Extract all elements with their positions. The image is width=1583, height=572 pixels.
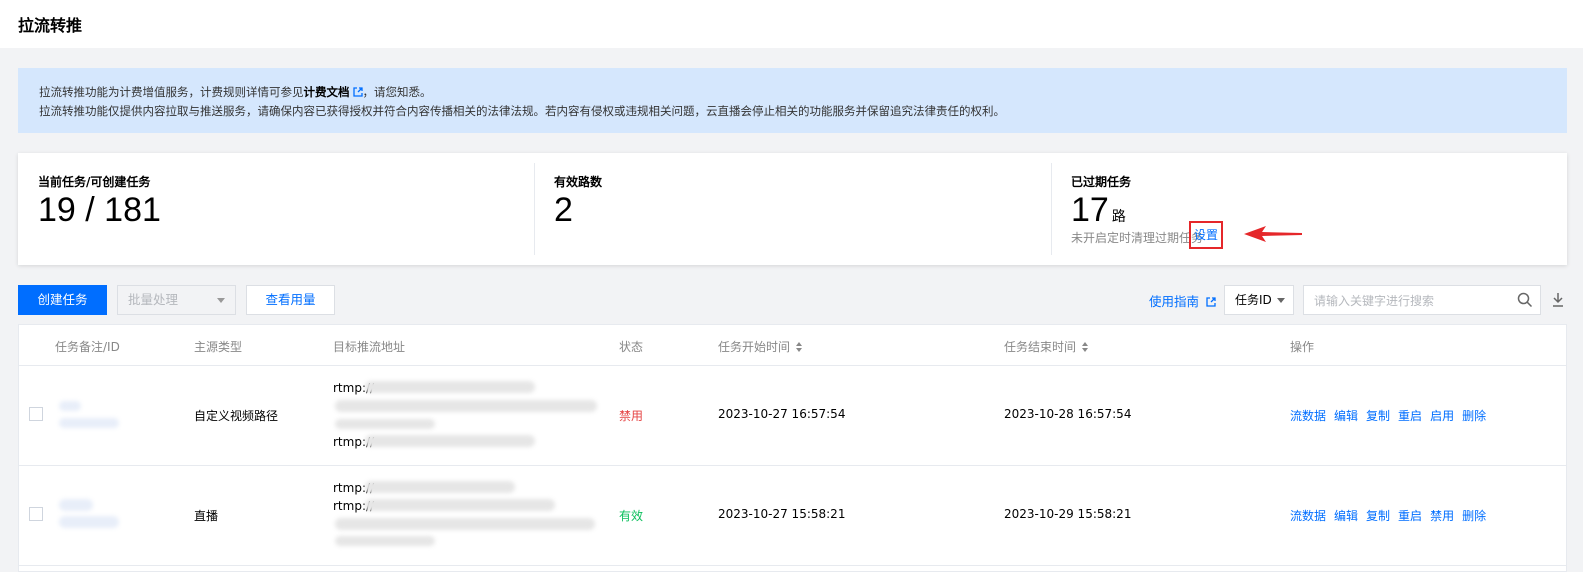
edit-link[interactable]: 编辑	[1334, 509, 1358, 523]
source-type: 直播	[194, 509, 219, 523]
end-time: 2023-10-29 15:58:21	[1004, 507, 1132, 521]
delete-link[interactable]: 删除	[1462, 509, 1486, 523]
filter-field-value: 任务ID	[1235, 293, 1272, 307]
delete-link[interactable]: 删除	[1462, 409, 1486, 423]
billing-doc-link[interactable]: 计费文档	[304, 85, 350, 99]
batch-action-label: 批量处理	[128, 292, 179, 307]
redacted-url	[365, 499, 555, 511]
search-icon[interactable]	[1517, 292, 1533, 308]
table-row: 直播 rtmp:// rtmp:// 有效 2023-10-27 15:58:2…	[19, 465, 1566, 566]
download-icon[interactable]	[1551, 292, 1565, 308]
table-header: 任务备注/ID 主源类型 目标推流地址 状态 任务开始时间 任务结束时间 操作	[19, 325, 1566, 366]
end-time: 2023-10-28 16:57:54	[1004, 407, 1132, 421]
row-actions: 流数据 编辑 复制 重启 禁用 删除	[1290, 507, 1494, 524]
notice-banner: 拉流转推功能为计费增值服务，计费规则详情可参见计费文档 ，请您知悉。 拉流转推功能…	[18, 68, 1567, 133]
redacted-url	[365, 481, 515, 493]
chevron-down-icon	[217, 298, 225, 303]
start-time: 2023-10-27 15:58:21	[718, 507, 846, 521]
row-checkbox[interactable]	[29, 407, 43, 421]
copy-link[interactable]: 复制	[1366, 409, 1390, 423]
settings-link[interactable]: 设置	[1189, 221, 1223, 249]
expire-hint: 未开启定时清理过期任务	[1071, 231, 1204, 245]
edit-link[interactable]: 编辑	[1334, 409, 1358, 423]
create-task-button[interactable]: 创建任务	[18, 285, 107, 315]
column-header-task-id: 任务备注/ID	[55, 340, 120, 354]
copy-link[interactable]: 复制	[1366, 509, 1390, 523]
sort-icon[interactable]	[1082, 342, 1089, 352]
stat-label: 当前任务/可创建任务	[38, 175, 151, 189]
chevron-down-icon	[1277, 298, 1285, 303]
redacted-url	[365, 435, 535, 447]
expired-count: 17	[1071, 191, 1109, 229]
search-input[interactable]	[1304, 286, 1516, 316]
start-time: 2023-10-27 16:57:54	[718, 407, 846, 421]
annotation-arrow-icon	[1244, 226, 1302, 242]
redacted-url	[335, 536, 435, 546]
enable-link[interactable]: 启用	[1430, 409, 1454, 423]
view-usage-button[interactable]: 查看用量	[246, 285, 335, 315]
redacted-task-id	[59, 418, 119, 428]
stat-label: 已过期任务	[1071, 175, 1132, 189]
restart-link[interactable]: 重启	[1398, 509, 1422, 523]
user-guide-link[interactable]: 使用指南	[1149, 291, 1216, 310]
column-header-source-type: 主源类型	[194, 340, 243, 354]
sort-icon[interactable]	[796, 342, 803, 352]
notice-line-2: 拉流转推功能仅提供内容拉取与推送服务，请确保内容已获得授权并符合内容传播相关的法…	[39, 104, 1005, 118]
external-link-icon	[1206, 297, 1216, 307]
column-header-target-url: 目标推流地址	[333, 340, 406, 354]
redacted-url	[335, 400, 597, 412]
column-header-actions: 操作	[1290, 340, 1315, 354]
status-badge: 禁用	[619, 409, 644, 423]
top-bar: 拉流转推	[0, 0, 1583, 48]
end-time-label: 任务结束时间	[1004, 340, 1077, 354]
stat-value: 17 路	[1071, 191, 1126, 230]
filter-field-select[interactable]: 任务ID	[1224, 285, 1294, 315]
row-checkbox[interactable]	[29, 507, 43, 521]
stats-panel: 当前任务/可创建任务 19 / 181 有效路数 2 已过期任务 17 路 未开启…	[18, 153, 1567, 265]
redacted-task-id	[59, 401, 81, 411]
notice-line-1-prefix: 拉流转推功能为计费增值服务，计费规则详情可参见	[39, 85, 304, 99]
column-header-end-time[interactable]: 任务结束时间	[1004, 338, 1089, 355]
source-type: 自定义视频路径	[194, 409, 279, 423]
stat-valid-streams: 有效路数 2	[534, 153, 1050, 265]
column-header-start-time[interactable]: 任务开始时间	[718, 338, 803, 355]
stat-expired-tasks: 已过期任务 17 路 未开启定时清理过期任务	[1051, 153, 1567, 265]
external-link-icon	[352, 87, 363, 97]
redacted-url	[335, 419, 435, 429]
stream-data-link[interactable]: 流数据	[1290, 409, 1326, 423]
table-row: 自定义视频路径 rtmp:// rtmp:// 禁用 2023-10-27 16…	[19, 365, 1566, 466]
column-header-status: 状态	[619, 340, 644, 354]
redacted-url	[335, 518, 595, 530]
notice-line-1-suffix: ，请您知悉。	[362, 85, 432, 99]
search-box	[1303, 285, 1541, 316]
start-time-label: 任务开始时间	[718, 340, 791, 354]
status-badge: 有效	[619, 509, 644, 523]
redacted-task-id	[59, 516, 119, 528]
stat-value: 19 / 181	[38, 191, 161, 229]
stat-label: 有效路数	[554, 175, 603, 189]
row-actions: 流数据 编辑 复制 重启 启用 删除	[1290, 407, 1494, 424]
batch-action-select[interactable]: 批量处理	[117, 285, 236, 315]
notice-line-1: 拉流转推功能为计费增值服务，计费规则详情可参见计费文档 ，请您知悉。	[39, 83, 1546, 102]
stream-data-link[interactable]: 流数据	[1290, 509, 1326, 523]
page-title: 拉流转推	[18, 16, 83, 35]
task-table: 任务备注/ID 主源类型 目标推流地址 状态 任务开始时间 任务结束时间 操作 …	[18, 324, 1567, 572]
restart-link[interactable]: 重启	[1398, 409, 1422, 423]
stat-current-tasks: 当前任务/可创建任务 19 / 181	[18, 153, 534, 265]
disable-link[interactable]: 禁用	[1430, 509, 1454, 523]
stat-value: 2	[554, 191, 573, 229]
user-guide-label: 使用指南	[1149, 294, 1200, 309]
redacted-url	[365, 381, 535, 393]
redacted-task-id	[59, 499, 93, 511]
expired-unit: 路	[1111, 208, 1126, 224]
